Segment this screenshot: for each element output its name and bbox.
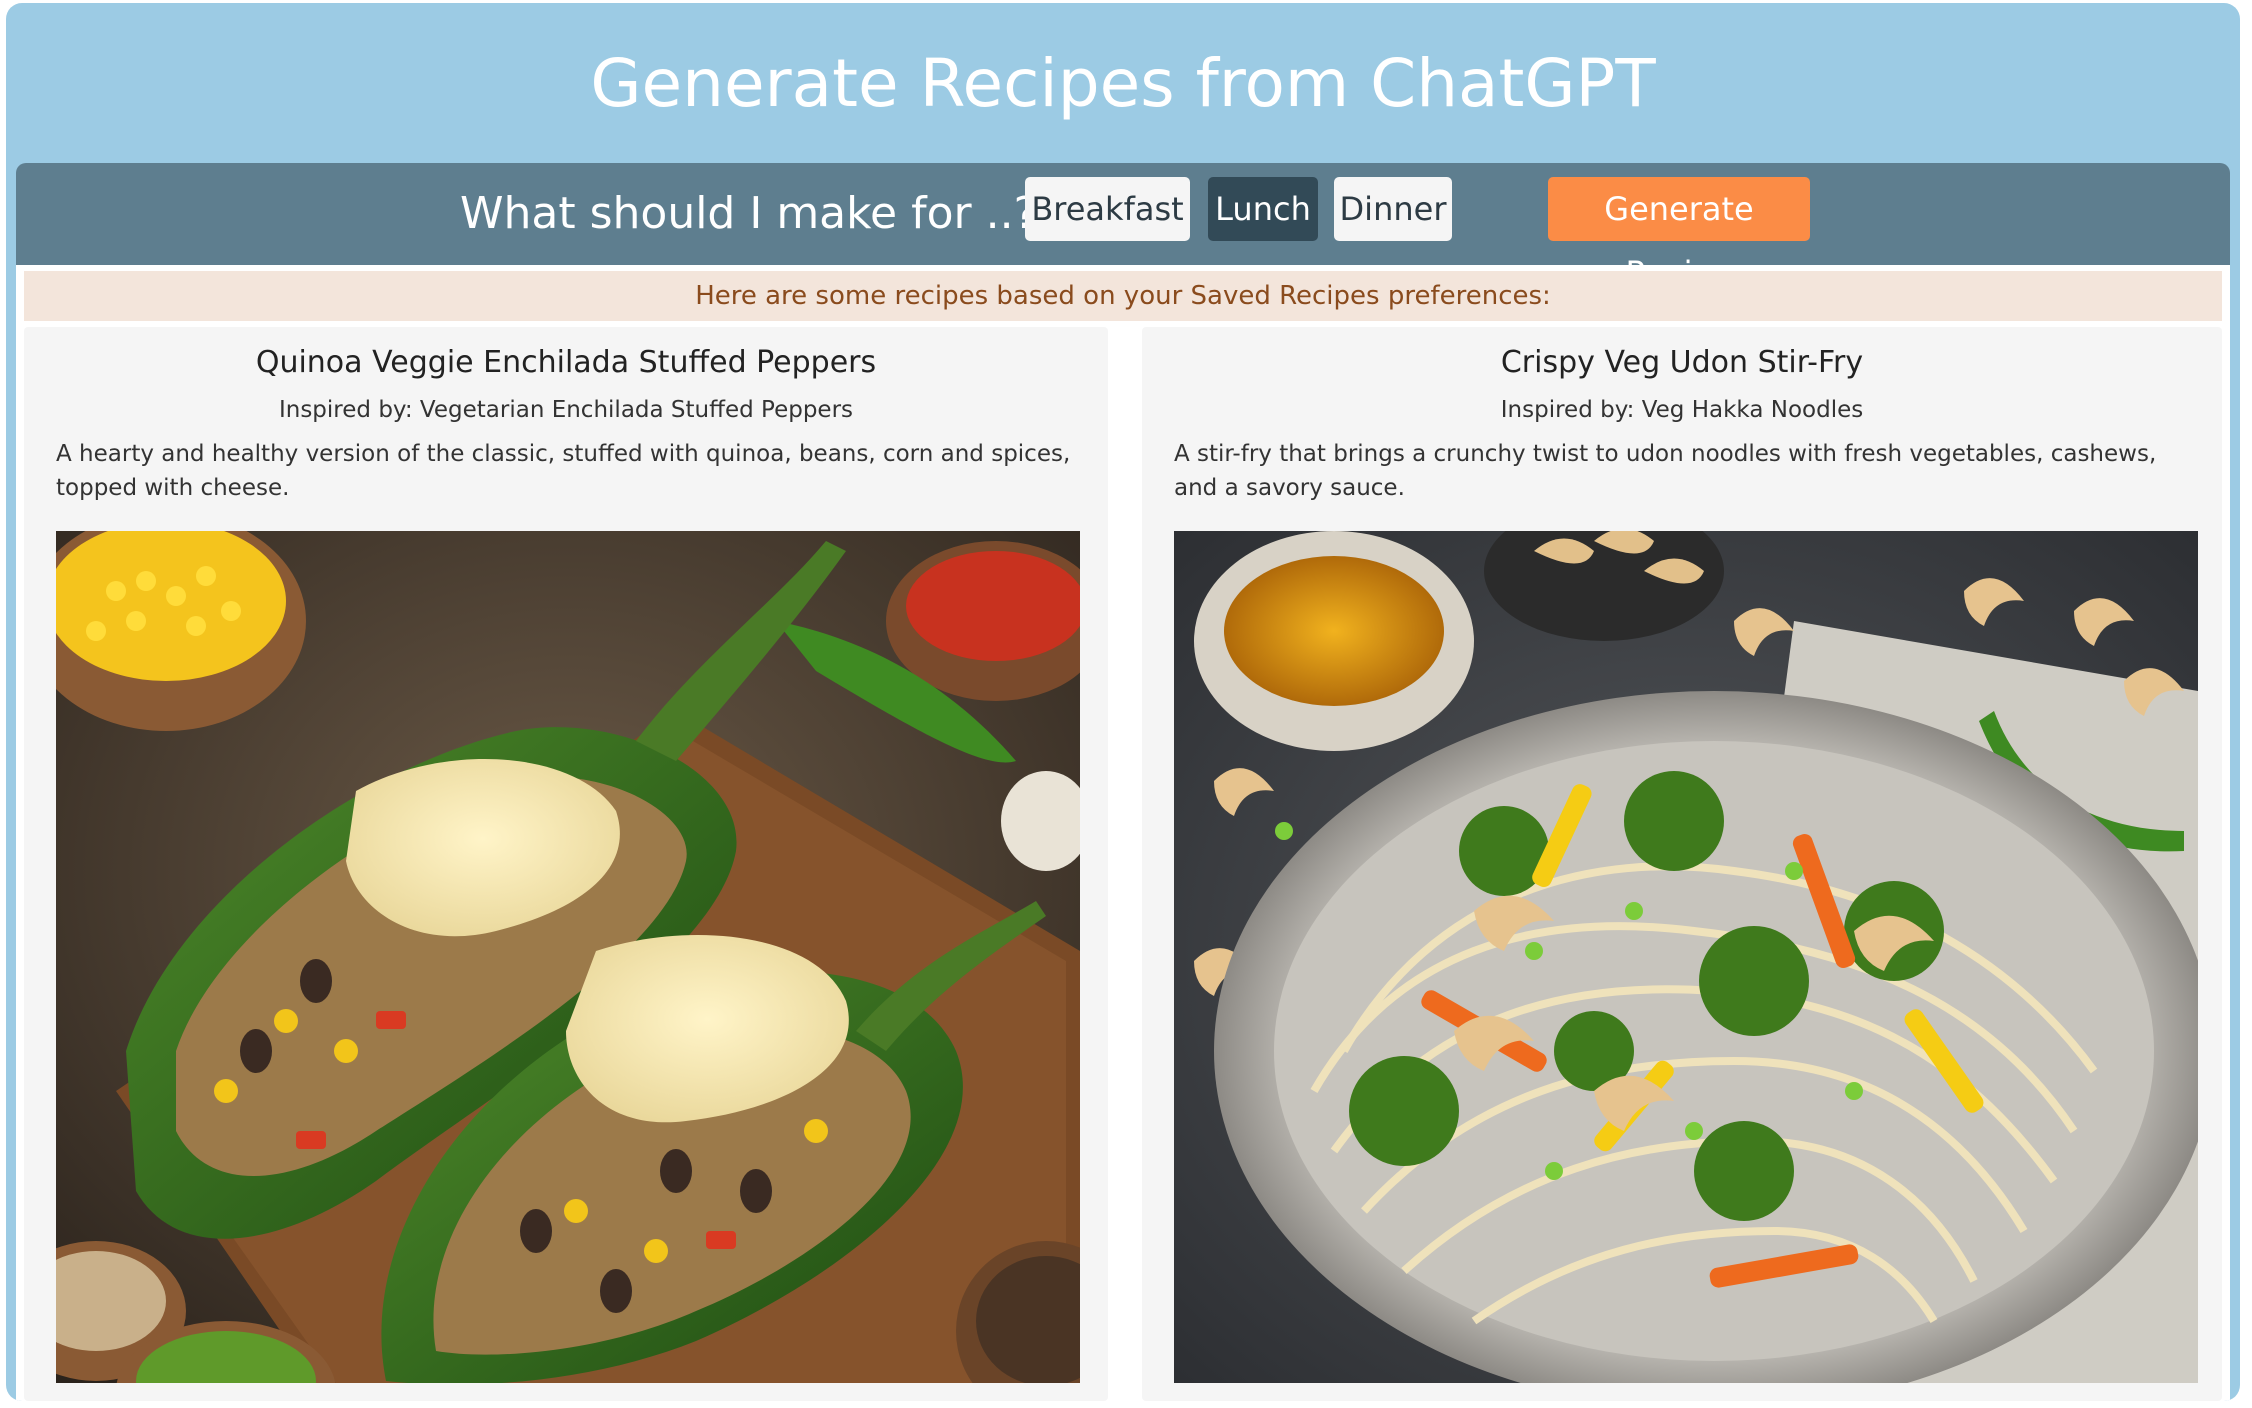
recipe-image-stuffed-peppers[interactable] — [56, 531, 1080, 1383]
recipes-content: Here are some recipes based on your Save… — [16, 265, 2230, 1401]
recipe-inspired-by: Inspired by: Veg Hakka Noodles — [1500, 397, 1864, 423]
udon-stir-fry-illustration — [1174, 531, 2198, 1383]
dinner-button[interactable]: Dinner — [1334, 177, 1452, 241]
lunch-button[interactable]: Lunch — [1208, 177, 1318, 241]
page-title: Generate Recipes from ChatGPT — [590, 44, 1656, 122]
meal-question: What should I make for ..? — [460, 188, 1037, 239]
recipe-title[interactable]: Quinoa Veggie Enchilada Stuffed Peppers — [24, 345, 1108, 380]
app-window: Generate Recipes from ChatGPT What shoul… — [6, 3, 2240, 1401]
stuffed-peppers-illustration — [56, 531, 1080, 1383]
recipe-image-udon-stir-fry[interactable] — [1174, 531, 2198, 1383]
recipe-title[interactable]: Crispy Veg Udon Stir-Fry — [1142, 345, 2222, 380]
recipe-card[interactable]: Quinoa Veggie Enchilada Stuffed Peppers … — [24, 327, 1108, 1401]
recipe-card[interactable]: Crispy Veg Udon Stir-Fry Inspired by: Ve… — [1142, 327, 2222, 1401]
meal-toolbar: What should I make for ..? Breakfast Lun… — [16, 163, 2230, 292]
recipe-description: A stir-fry that brings a crunchy twist t… — [1174, 441, 2157, 501]
recipe-inspired-by: Inspired by: Vegetarian Enchilada Stuffe… — [278, 397, 854, 423]
breakfast-button[interactable]: Breakfast — [1025, 177, 1190, 241]
recipe-description: A hearty and healthy version of the clas… — [56, 441, 1071, 501]
preferences-banner: Here are some recipes based on your Save… — [24, 271, 2222, 321]
generate-recipe-button[interactable]: Generate Recipe — [1548, 177, 1810, 292]
